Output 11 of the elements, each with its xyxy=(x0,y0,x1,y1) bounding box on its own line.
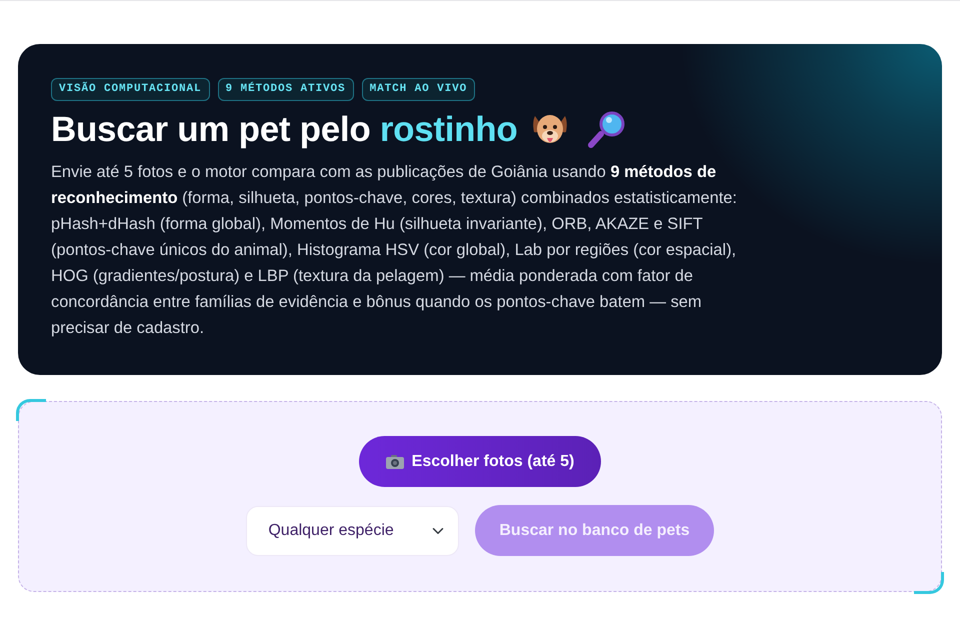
page-title: Buscar um pet pelo rostinho xyxy=(51,109,518,151)
species-select[interactable]: Qualquer espécie xyxy=(246,506,460,556)
tag-badge: MATCH AO VIVO xyxy=(362,78,476,101)
tag-badge: VISÃO COMPUTACIONAL xyxy=(51,78,210,101)
magnifier-icon xyxy=(587,111,628,149)
corner-accent xyxy=(16,399,46,421)
description-text: Envie até 5 fotos e o motor compara com as publicações de Goiânia usando 9 métodos de reconhecimento (forma, silhueta, pontos-chave, cores, textura) combinados estatisticamente: pHash+dHash (forma global), Momentos de Hu (silhueta invariante), ORB, AKAZE e SIFT (pontos-chave únicos do animal), Histograma HSV (cor global), Lab por regiões (cor espacial), HOG (gradientes/postura) e LBP (textura da pelagem) — média ponderada com fator de concordância entre famílias de evidência e bônus quando os pontos-chave batem — sem precisar de cadastro. xyxy=(51,162,738,339)
choose-photos-button[interactable]: Escolher fotos (até 5) xyxy=(358,436,602,487)
tag-badge: 9 MÉTODOS ATIVOS xyxy=(218,78,354,101)
corner-accent xyxy=(914,572,944,594)
camera-icon xyxy=(386,454,404,468)
